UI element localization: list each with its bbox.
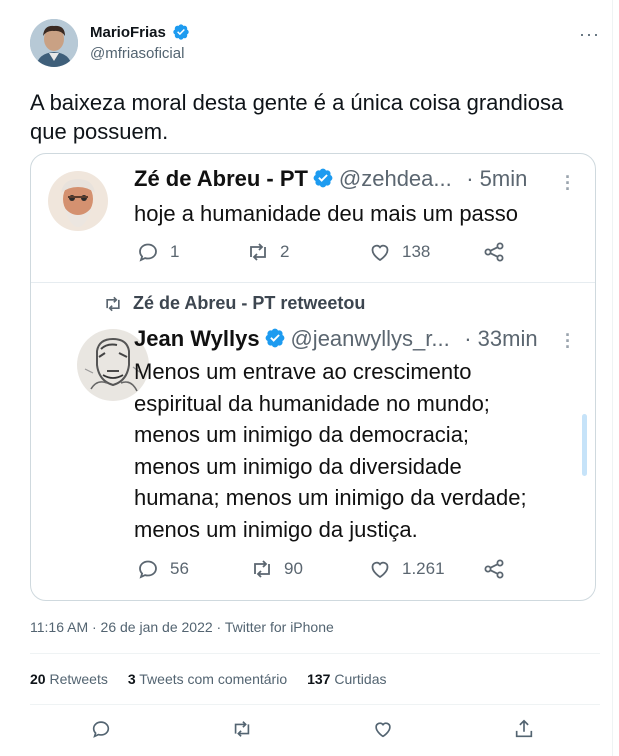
more-icon: · · · [565,325,571,357]
tweet-text: A baixeza moral desta gente é a única co… [30,90,564,144]
embedded-time: · 33min [464,326,538,351]
retweets-count: 20 [30,671,46,687]
likes-label: Curtidas [334,671,387,687]
verified-badge-icon [265,328,285,348]
retweet-count: 90 [284,559,303,578]
retweet-notice-text: Zé de Abreu - PT retweetou [133,293,366,313]
avatar-image [30,19,78,67]
retweet-button[interactable] [231,718,255,742]
author-block: MarioFrias @mfriasoficial [90,23,190,62]
retweet-icon: 90 [250,557,303,581]
retweet-icon [106,296,120,311]
retweets-label: Retweets [49,671,108,687]
embedded-name: Jean Wyllys [134,326,260,351]
share-button[interactable] [513,718,537,742]
embedded-text-block: Menos um entrave ao crescimento espiritu… [134,356,584,545]
author-handle[interactable]: @mfriasoficial [90,45,190,62]
embedded-name: Zé de Abreu - PT [134,166,308,191]
tweet-header: MarioFrias @mfriasoficial ··· [30,18,600,70]
retweets-stat[interactable]: 20 Retweets [30,671,108,687]
retweet-count: 2 [280,242,290,261]
like-count: 1.261 [402,559,445,578]
embedded-time: · 5min [466,166,528,191]
likes-count: 137 [307,671,331,687]
heart-icon [375,722,391,738]
verified-badge-icon [173,24,189,40]
embedded-text-line: Menos um entrave ao crescimento [134,359,472,384]
reply-button[interactable] [90,718,114,742]
embedded-actions-first: 1 2 138 [136,240,516,266]
likes-stat[interactable]: 137 Curtidas [307,671,386,687]
quotes-label: Tweets com comentário [139,671,288,687]
embedded-scrollbar [582,414,587,476]
like-count: 138 [402,242,431,261]
heart-icon: 138 [368,240,430,264]
embedded-handle: @jeanwyllys_r... [290,326,450,351]
avatar[interactable] [30,19,78,67]
tweet-action-bar [30,712,600,750]
embedded-header-first: Zé de Abreu - PT @zehdea... · 5min [134,166,527,192]
divider [30,704,600,705]
tweet-media-image[interactable]: Zé de Abreu - PT @zehdea... · 5min · · · h… [30,153,596,601]
more-icon[interactable]: ··· [579,24,600,45]
retweet-icon [234,721,250,737]
embedded-text-line: menos um inimigo da democracia; [134,422,470,447]
quotes-stat[interactable]: 3 Tweets com comentário [128,671,287,687]
tweet-page: MarioFrias @mfriasoficial ··· A baixeza … [0,0,619,756]
embedded-text-line: menos um inimigo da justiça. [134,516,418,542]
column-border [612,0,613,756]
heart-icon: 1.261 [368,557,445,581]
share-icon [515,719,533,738]
embedded-actions-second: 56 90 1.261 [136,557,516,583]
reply-icon: 1 [136,240,179,264]
embedded-text: hoje a humanidade deu mais um passo [134,201,519,226]
embedded-header-second: Jean Wyllys @jeanwyllys_r... · 33min [134,326,538,352]
share-icon [482,557,506,581]
embedded-avatar-ze [48,171,108,231]
like-button[interactable] [372,718,396,742]
verified-badge-icon [314,168,333,188]
retweet-icon: 2 [246,240,289,264]
reply-count: 56 [170,559,189,578]
divider [30,653,600,654]
embedded-handle: @zehdea... [338,166,452,191]
more-icon: · · · [565,167,571,199]
share-icon [482,240,506,264]
embedded-text-line: menos um inimigo da diversidade [134,453,462,479]
tweet-timestamp[interactable]: 11:16 AM · 26 de jan de 2022 · Twitter f… [30,619,334,635]
author-name[interactable]: MarioFrias [90,24,166,41]
tweet-stats: 20 Retweets 3 Tweets com comentário 137 … [30,671,387,687]
embedded-text-line: humana; menos um inimigo da verdade; [134,485,527,510]
retweet-notice: Zé de Abreu - PT retweetou [103,293,365,314]
reply-icon [92,721,110,738]
embedded-divider [31,282,595,283]
reply-icon: 56 [136,557,189,581]
reply-count: 1 [170,242,180,261]
quotes-count: 3 [127,671,136,687]
embedded-text-line: espiritual da humanidade no mundo; [134,390,490,416]
